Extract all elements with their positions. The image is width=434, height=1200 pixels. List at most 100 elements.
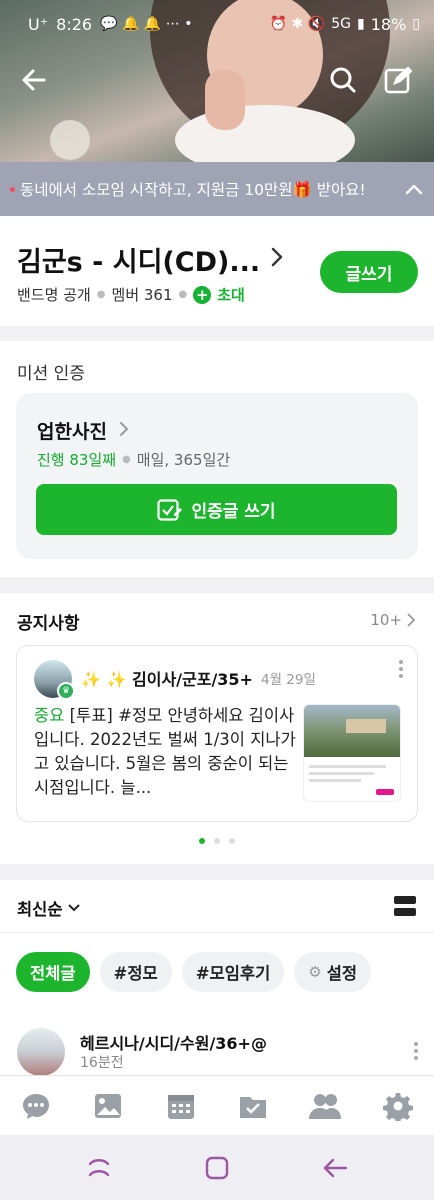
clock: 8:26 [56,14,93,34]
search-button[interactable] [321,58,365,102]
meta-separator: ● [96,289,106,300]
members-icon [309,1093,342,1119]
tab-calendar[interactable] [161,1086,201,1126]
sort-dropdown[interactable]: 최신순 [17,896,80,920]
new-dot [10,186,15,192]
mission-card[interactable]: 업한사진 진행 83일째 ● 매일, 365일간 인증글 쓰기 [16,393,418,559]
post-time: 16분전 [80,1055,124,1071]
more-options-icon[interactable] [399,660,403,678]
mission-section: 미션 인증 업한사진 진행 83일째 ● 매일, 365일간 인증글 쓰기 [0,341,434,577]
tab-files[interactable] [233,1086,273,1126]
network-label: 5G [331,16,351,32]
carrier-label: U⁺ [28,14,49,34]
thumbnail-button [376,789,394,795]
signal-icon: ▮ [357,16,365,32]
promo-text: 동네에서 소모임 시작하고, 지원금 10만원🎁 받아요! [20,181,366,199]
invite-link[interactable]: 초대 [217,284,245,305]
post-author[interactable]: ✨ ✨ 김이사/군포/35+ [81,666,253,690]
mission-section-title: 미션 인증 [17,364,85,384]
post-thumbnail[interactable] [303,704,401,802]
avatar[interactable] [17,1028,65,1076]
edit-icon [157,498,183,521]
tab-chat[interactable] [16,1086,56,1126]
photo-icon [95,1093,122,1118]
band-info-card: 김군s - 시디(CD)... 밴드명 공개 ● 멤버 361 ● + 초대 글… [0,216,434,326]
pager-dot[interactable] [229,838,235,844]
meta-separator: ● [178,289,188,300]
notice-section: 공지사항 10+ ♛ ✨ ✨ 김이사/군포/35+ 4월 29일 중요 [투표]… [0,593,434,864]
battery-label: 18% [370,14,407,34]
chip-settings[interactable]: ⚙ 설정 [294,952,372,992]
notice-more-link[interactable]: 10+ [370,611,416,629]
member-count[interactable]: 멤버 361 [112,284,173,305]
view-toggle-icon[interactable] [394,896,416,916]
back-icon [323,1158,348,1177]
band-cover-header: U⁺ 8:26 💬 🔔 🔔 ⋯ • ⏰ ✱ 🔇 5G ▮ 18% ▯ [0,0,434,162]
more-options-icon[interactable] [414,1042,418,1060]
pager-dot[interactable] [199,838,205,844]
notice-card[interactable]: ♛ ✨ ✨ 김이사/군포/35+ 4월 29일 중요 [투표] #정모 안녕하세… [16,645,418,822]
notice-count: 10+ [370,611,402,629]
post-text: [투표] #정모 안녕하세요 김이사입니다. 2022년도 벌써 1/3이 지나… [34,706,296,797]
carousel-pager [0,838,434,844]
chevron-right-icon[interactable] [268,246,286,268]
chevron-up-icon[interactable] [404,179,424,199]
recent-apps-button[interactable] [75,1144,123,1192]
feed-post-row[interactable]: 헤르시나/시디/수원/36+@ 16분전 [0,1020,434,1076]
divider [0,932,434,933]
system-nav-bar [0,1135,434,1200]
write-post-button[interactable]: 글쓰기 [320,251,418,293]
post-tag: 중요 [34,706,65,725]
system-status-icons: ⏰ ✱ 🔇 [269,16,326,32]
bottom-tab-bar [0,1075,434,1135]
battery-icon: ▯ [412,16,420,32]
sparkle-icon: ✨ ✨ [81,670,127,689]
chip-all[interactable]: 전체글 [16,952,90,992]
home-button[interactable] [193,1144,241,1192]
system-back-button[interactable] [311,1144,359,1192]
notice-section-title: 공지사항 [17,614,80,634]
plus-icon[interactable]: + [193,285,212,304]
gear-icon: ⚙ [308,963,322,981]
mission-post-label: 인증글 쓰기 [191,502,276,522]
chat-icon [23,1093,50,1119]
thumbnail-photo [304,705,400,757]
tab-members[interactable] [305,1086,345,1126]
compose-icon [384,66,412,94]
crown-icon: ♛ [57,682,75,700]
post-body[interactable]: 중요 [투표] #정모 안녕하세요 김이사입니다. 2022년도 벌써 1/3이… [34,704,298,800]
chip-meetup[interactable]: #정모 [99,952,172,992]
settings-icon [382,1092,413,1121]
sort-label: 최신순 [17,900,63,919]
search-icon [330,67,356,93]
chip-review[interactable]: #모임후기 [181,952,285,992]
compose-button[interactable] [376,58,420,102]
filter-chips: 전체글 #정모 #모임후기 ⚙ 설정 [16,952,372,992]
band-visibility: 밴드명 공개 [17,286,91,304]
promo-banner[interactable]: 동네에서 소모임 시작하고, 지원금 10만원🎁 받아요! [0,162,434,216]
tab-settings[interactable] [378,1086,418,1126]
pager-dot[interactable] [214,838,220,844]
author-name: 김이사/군포/35+ [132,670,253,689]
thumbnail-text-lines [304,757,400,790]
mission-period: 매일, 365일간 [136,451,231,469]
mission-progress: 진행 83일째 [37,451,117,469]
calendar-icon [167,1094,194,1119]
status-bar: U⁺ 8:26 💬 🔔 🔔 ⋯ • ⏰ ✱ 🔇 5G ▮ 18% ▯ [0,0,434,48]
home-icon [205,1156,229,1179]
mission-post-button[interactable]: 인증글 쓰기 [36,484,397,535]
chevron-right-icon [407,613,416,627]
feed-section: 최신순 전체글 #정모 #모임후기 ⚙ 설정 헤르시나/시디/수원/36+@ 1… [0,880,434,1076]
mission-name[interactable]: 업한사진 [37,417,107,444]
band-title[interactable]: 김군s - 시디(CD)... [17,240,260,279]
post-author[interactable]: 헤르시나/시디/수원/36+@ [80,1030,267,1054]
meta-separator: ● [122,454,131,465]
recent-apps-icon [88,1158,110,1176]
notification-icons: 💬 🔔 🔔 ⋯ • [100,16,193,32]
mission-status: 진행 83일째 ● 매일, 365일간 [37,449,230,470]
chip-settings-label: 설정 [326,964,358,983]
back-button[interactable] [12,58,56,102]
back-arrow-icon [22,69,46,91]
tab-photos[interactable] [88,1086,128,1126]
folder-icon [240,1096,267,1118]
